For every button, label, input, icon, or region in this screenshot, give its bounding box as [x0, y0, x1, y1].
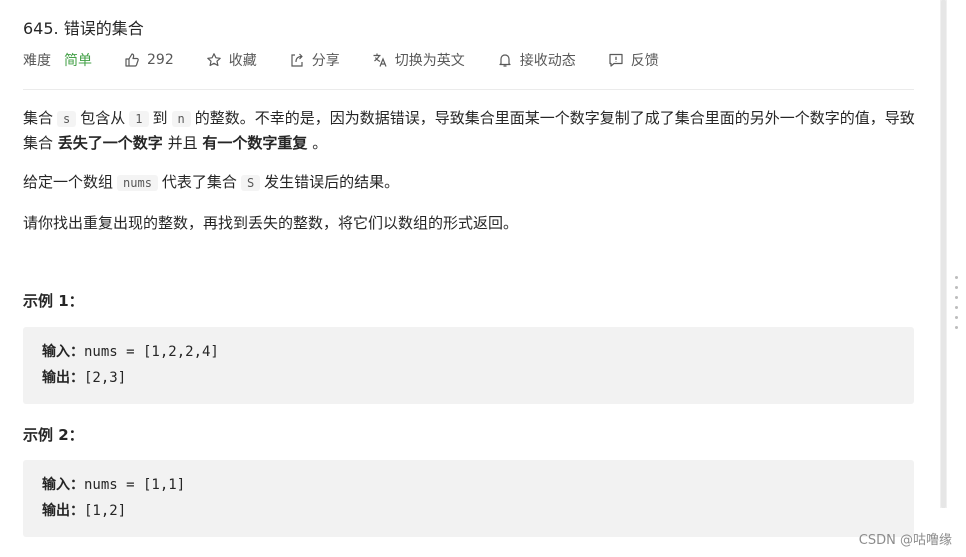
like-count: 292: [147, 52, 174, 68]
text: 发生错误后的结果。: [264, 173, 400, 191]
input-value: nums = [1,1]: [84, 477, 186, 493]
problem-title: 645. 错误的集合: [23, 19, 144, 38]
notify-label: 接收动态: [519, 53, 576, 69]
inline-code: s: [57, 111, 77, 127]
input-value: nums = [1,2,2,4]: [84, 344, 219, 360]
notify-button[interactable]: 接收动态: [497, 50, 576, 70]
problem-panel: 645. 错误的集合 难度 简单 292 收藏 分享 切换为英文 接收动态 反馈…: [0, 0, 940, 557]
output-label: 输出：: [42, 370, 84, 386]
input-label: 输入：: [42, 477, 84, 493]
thumbs-up-icon: [125, 53, 139, 67]
bold-text: 有一个数字重复: [202, 134, 308, 152]
description-paragraph-2: 给定一个数组 nums 代表了集合 S 发生错误后的结果。: [23, 170, 918, 195]
text: 集合: [23, 109, 54, 127]
share-icon: [291, 53, 303, 67]
scrollbar-thumb[interactable]: [941, 0, 946, 508]
example-2-input: 输入：nums = [1,1]: [42, 473, 185, 497]
text: 包含从: [80, 109, 126, 127]
feedback-icon: [609, 53, 623, 67]
text: 。: [312, 134, 328, 152]
favorite-label: 收藏: [228, 53, 257, 69]
example-1-title: 示例 1：: [23, 292, 84, 310]
example-1-output: 输出：[2,3]: [42, 366, 126, 390]
feedback-button[interactable]: 反馈: [608, 50, 659, 70]
panel-resize-handle[interactable]: [955, 276, 961, 336]
difficulty-label: 难度: [23, 53, 51, 69]
output-label: 输出：: [42, 503, 84, 519]
text: 并且: [167, 134, 198, 152]
bell-icon: [499, 54, 511, 67]
like-button[interactable]: 292: [124, 52, 174, 68]
favorite-button[interactable]: 收藏: [206, 50, 257, 70]
watermark: CSDN @咕噜缘: [858, 533, 952, 548]
switch-language-label: 切换为英文: [394, 53, 465, 69]
bold-text: 丢失了一个数字: [57, 134, 163, 152]
example-1-input: 输入：nums = [1,2,2,4]: [42, 340, 219, 364]
inline-code: n: [171, 111, 191, 127]
text: 代表了集合: [161, 173, 237, 191]
share-button[interactable]: 分享: [289, 50, 340, 70]
example-2-block: 输入：nums = [1,1] 输出：[1,2]: [23, 460, 914, 537]
header-divider: [23, 89, 914, 90]
inline-code: S: [240, 175, 261, 191]
output-value: [2,3]: [84, 370, 127, 386]
feedback-label: 反馈: [630, 53, 659, 69]
output-value: [1,2]: [84, 503, 127, 519]
text: 给定一个数组: [23, 173, 114, 191]
input-label: 输入：: [42, 344, 84, 360]
difficulty-badge: 简单: [64, 53, 92, 69]
description-paragraph-1: 集合 s 包含从 1 到 n 的整数。不幸的是，因为数据错误，导致集合里面某一个数字复制了成…: [23, 106, 918, 155]
star-icon: [206, 53, 221, 67]
description-paragraph-3: 请你找出重复出现的整数，再找到丢失的整数，将它们以数组的形式返回。: [23, 214, 519, 232]
text: 到: [152, 109, 168, 127]
translate-icon: [373, 53, 387, 67]
switch-language-button[interactable]: 切换为英文: [372, 50, 465, 70]
problem-meta-bar: 难度 简单 292 收藏 分享 切换为英文 接收动态 反馈: [23, 49, 691, 71]
share-label: 分享: [311, 53, 340, 69]
example-2-output: 输出：[1,2]: [42, 499, 126, 523]
example-2-title: 示例 2：: [23, 426, 84, 444]
example-1-block: 输入：nums = [1,2,2,4] 输出：[2,3]: [23, 327, 914, 404]
inline-code: nums: [117, 175, 158, 191]
inline-code: 1: [129, 111, 149, 127]
